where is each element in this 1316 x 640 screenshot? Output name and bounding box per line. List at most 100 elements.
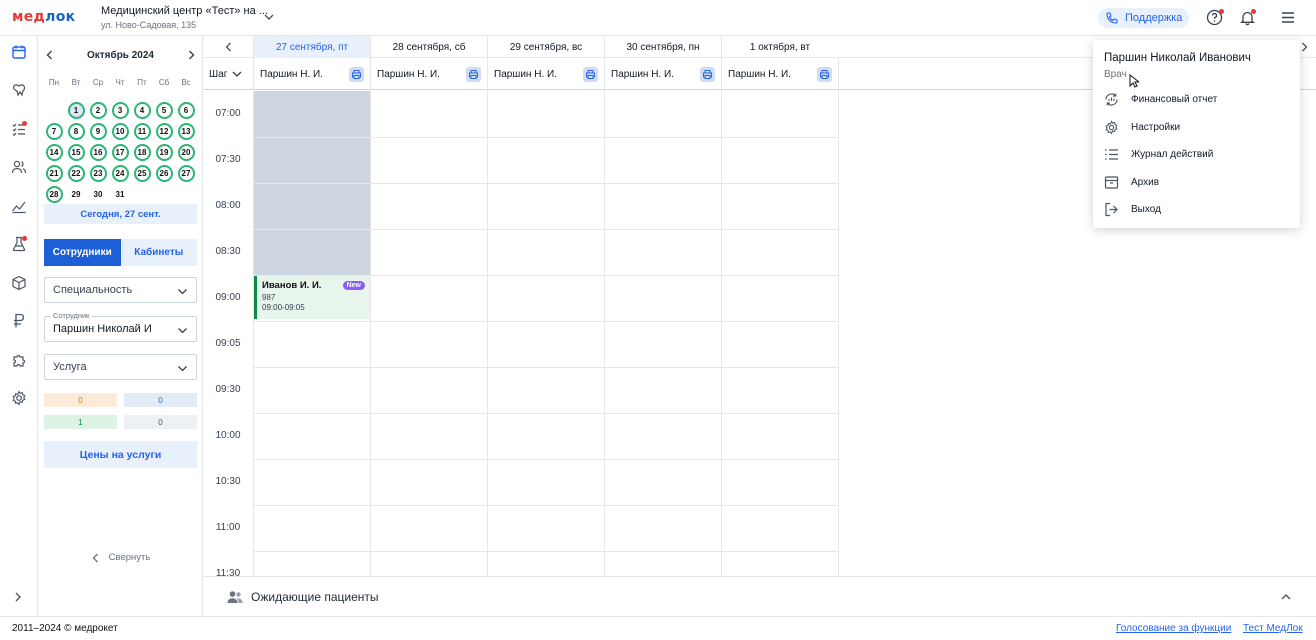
- clinic-address: ул. Ново-Садовая, 135: [101, 20, 197, 30]
- service-select[interactable]: Услуга: [44, 354, 197, 380]
- calendar-day[interactable]: 1: [65, 100, 87, 121]
- calendar-day-number: 4: [133, 102, 151, 119]
- calendar-day[interactable]: 20: [175, 142, 197, 163]
- waiting-label: Ожидающие пациенты: [251, 589, 379, 604]
- teeth-icon[interactable]: [11, 82, 27, 98]
- calendar-day[interactable]: 4: [131, 100, 153, 121]
- menu-item-logout[interactable]: Выход: [1104, 199, 1289, 219]
- print-icon[interactable]: [349, 67, 364, 82]
- ruble-icon[interactable]: [11, 313, 27, 329]
- calendar-day-number: 10: [111, 123, 129, 140]
- calendar-day[interactable]: 31: [109, 184, 131, 205]
- calendar-day[interactable]: 25: [131, 163, 153, 184]
- calendar-day[interactable]: 3: [109, 100, 131, 121]
- prices-button[interactable]: Цены на услуги: [44, 441, 197, 468]
- chevron-right-icon[interactable]: [1299, 42, 1309, 52]
- box-icon[interactable]: [11, 275, 27, 291]
- doctor-column-header: Паршин Н. И.: [604, 58, 721, 90]
- tab-staff[interactable]: Сотрудники: [44, 239, 121, 266]
- appointment-code: 987: [262, 293, 276, 302]
- doctor-name: Паршин Н. И.: [260, 68, 323, 80]
- calendar-day[interactable]: 21: [43, 163, 65, 184]
- time-slot-divider: [253, 367, 838, 368]
- doctor-column-header: Паршин Н. И.: [253, 58, 370, 90]
- clinic-selector[interactable]: Медицинский центр «Тест» на ... ул. Ново…: [101, 5, 268, 30]
- calendar-day[interactable]: 24: [109, 163, 131, 184]
- medlok-logo[interactable]: медлок: [12, 9, 75, 25]
- tab-rooms[interactable]: Кабинеты: [121, 239, 198, 266]
- user-role: Врач: [1104, 69, 1127, 80]
- menu-icon[interactable]: [1281, 11, 1295, 24]
- calendar-day[interactable]: 27: [175, 163, 197, 184]
- gear-icon[interactable]: [11, 390, 27, 406]
- users-icon[interactable]: [11, 159, 27, 175]
- calendar-day[interactable]: 26: [153, 163, 175, 184]
- test-medlok-link[interactable]: Тест МедЛок: [1243, 623, 1303, 634]
- calendar-day[interactable]: 30: [87, 184, 109, 205]
- calendar-day[interactable]: 10: [109, 121, 131, 142]
- time-slot-divider: [253, 413, 838, 414]
- calendar-day[interactable]: 8: [65, 121, 87, 142]
- specialty-select[interactable]: Специальность: [44, 277, 197, 303]
- day-header[interactable]: 29 сентября, вс: [487, 36, 604, 58]
- puzzle-icon[interactable]: [11, 352, 27, 368]
- chevron-right-icon[interactable]: [185, 49, 197, 61]
- analytics-icon[interactable]: [11, 198, 27, 214]
- calendar-day[interactable]: 9: [87, 121, 109, 142]
- calendar-day[interactable]: 2: [87, 100, 109, 121]
- calendar-day[interactable]: 5: [153, 100, 175, 121]
- chevron-down-icon: [178, 289, 187, 295]
- step-select[interactable]: Шаг: [203, 58, 253, 90]
- day-header[interactable]: 1 октября, вт: [721, 36, 838, 58]
- calendar-day[interactable]: 29: [65, 184, 87, 205]
- calendar-day[interactable]: 22: [65, 163, 87, 184]
- calendar-day[interactable]: 12: [153, 121, 175, 142]
- day-header[interactable]: 30 сентября, пн: [604, 36, 721, 58]
- print-icon[interactable]: [466, 67, 481, 82]
- calendar-day[interactable]: 13: [175, 121, 197, 142]
- calendar-day[interactable]: 16: [87, 142, 109, 163]
- calendar-day[interactable]: 23: [87, 163, 109, 184]
- time-label: 11:30: [215, 568, 241, 576]
- print-icon[interactable]: [817, 67, 832, 82]
- waiting-patients-bar[interactable]: Ожидающие пациенты: [203, 576, 1316, 616]
- menu-item-action-log[interactable]: Журнал действий: [1104, 144, 1289, 164]
- calendar-day[interactable]: 14: [43, 142, 65, 163]
- day-header[interactable]: 28 сентября, сб: [370, 36, 487, 58]
- menu-item-financial-report[interactable]: Финансовый отчет: [1104, 89, 1289, 109]
- employee-select[interactable]: Сотрудник Паршин Николай И: [44, 311, 197, 342]
- calendar-day[interactable]: 19: [153, 142, 175, 163]
- chevron-down-icon[interactable]: [263, 11, 275, 23]
- calendar-day-number: 7: [45, 123, 63, 140]
- day-header[interactable]: 27 сентября, пт: [253, 36, 370, 58]
- calendar-day[interactable]: 28: [43, 184, 65, 205]
- weekday-label: Пн: [48, 78, 60, 87]
- chevron-left-icon[interactable]: [44, 49, 56, 61]
- appointment-card[interactable]: Иванов И. И. New 987 09:00-09:05: [254, 276, 370, 319]
- print-icon[interactable]: [583, 67, 598, 82]
- column-divider: [487, 58, 488, 576]
- calendar-day-number: 3: [111, 102, 129, 119]
- calendar-day-number: 8: [67, 123, 85, 140]
- calendar-day[interactable]: 18: [131, 142, 153, 163]
- menu-item-label: Журнал действий: [1131, 148, 1214, 160]
- column-divider: [721, 58, 722, 576]
- support-button[interactable]: Поддержка: [1098, 8, 1189, 28]
- calendar-icon[interactable]: [11, 44, 27, 60]
- calendar-day[interactable]: 11: [131, 121, 153, 142]
- chevron-right-icon[interactable]: [13, 592, 23, 602]
- vote-link[interactable]: Голосование за функции: [1116, 623, 1231, 634]
- calendar-day[interactable]: 7: [43, 121, 65, 142]
- chevron-left-icon: [91, 552, 101, 564]
- menu-item-settings[interactable]: Настройки: [1104, 117, 1289, 137]
- calendar-day[interactable]: 17: [109, 142, 131, 163]
- print-icon[interactable]: [700, 67, 715, 82]
- collapse-button[interactable]: Свернуть: [38, 552, 203, 564]
- chevron-up-icon[interactable]: [1280, 591, 1292, 603]
- calendar-day[interactable]: 15: [65, 142, 87, 163]
- time-label: 07:00: [215, 108, 241, 119]
- menu-item-archive[interactable]: Архив: [1104, 172, 1289, 192]
- calendar-day[interactable]: 6: [175, 100, 197, 121]
- chevron-left-icon[interactable]: [224, 42, 234, 52]
- today-button[interactable]: Сегодня, 27 сент.: [44, 204, 197, 224]
